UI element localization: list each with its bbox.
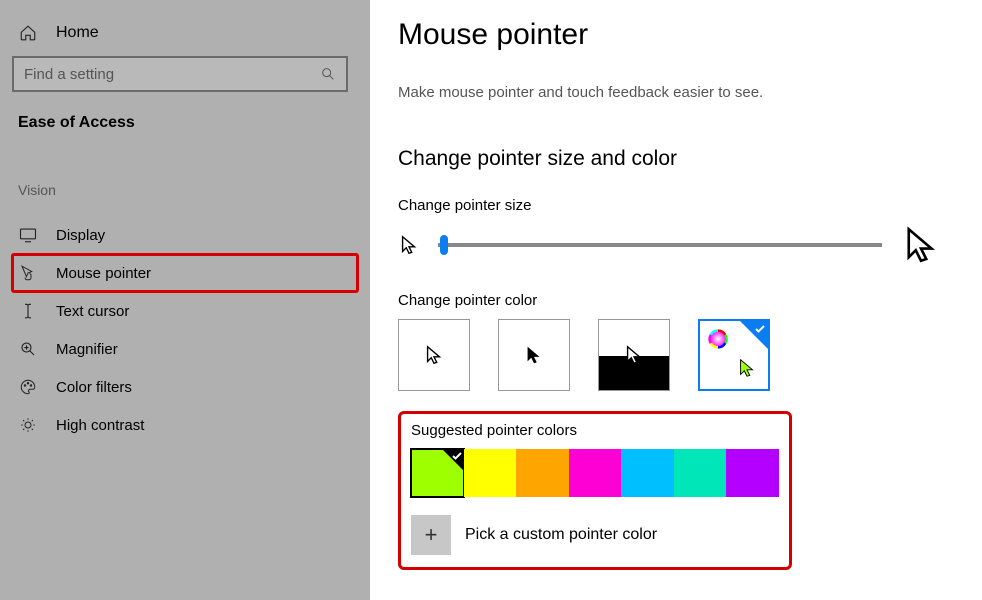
sidebar-item-mouse-pointer[interactable]: Mouse pointer [12,254,358,292]
contrast-icon [18,416,38,434]
sidebar-item-label: High contrast [56,417,144,434]
pointer-color-custom[interactable] [698,319,770,391]
pointer-color-black[interactable] [498,319,570,391]
slider-thumb[interactable] [440,235,448,255]
pointer-color-white[interactable] [398,319,470,391]
color-wheel-icon [708,329,728,349]
pointer-size-label: Change pointer size [398,197,942,214]
search-icon [320,66,336,82]
custom-color-row[interactable]: + Pick a custom pointer color [411,515,779,555]
palette-icon [18,378,38,396]
sidebar-item-label: Magnifier [56,341,118,358]
pointer-size-slider[interactable] [438,243,882,247]
home-label: Home [56,24,99,42]
sidebar-item-label: Mouse pointer [56,265,151,282]
plus-icon[interactable]: + [411,515,451,555]
swatch-lime[interactable] [411,449,464,497]
swatch-yellow[interactable] [464,449,517,497]
cursor-large-icon [900,224,942,266]
cursor-small-icon [398,234,420,256]
magnifier-icon [18,340,38,358]
sidebar-item-display[interactable]: Display [12,216,358,254]
swatch-teal[interactable] [674,449,727,497]
swatch-cyan[interactable] [621,449,674,497]
display-icon [18,226,38,244]
pointer-color-label: Change pointer color [398,292,942,309]
pointer-size-control [398,224,942,266]
custom-color-label: Pick a custom pointer color [465,526,657,544]
selection-check-icon [740,321,768,349]
section-title: Change pointer size and color [398,147,942,171]
pointer-color-inverted[interactable] [598,319,670,391]
suggested-colors-label: Suggested pointer colors [411,422,779,439]
text-cursor-icon [18,302,38,320]
group-label: Vision [18,182,358,198]
sidebar-item-text-cursor[interactable]: Text cursor [12,292,358,330]
sidebar-item-magnifier[interactable]: Magnifier [12,330,358,368]
suggested-swatches [411,449,779,497]
settings-sidebar: Home Ease of Access Vision Display Mouse… [0,0,370,600]
sidebar-item-label: Text cursor [56,303,129,320]
home-icon [18,24,38,42]
swatch-purple[interactable] [726,449,779,497]
swatch-magenta[interactable] [569,449,622,497]
sidebar-item-label: Display [56,227,105,244]
cursor-hand-icon [18,264,38,282]
home-link[interactable]: Home [12,18,358,56]
sidebar-item-label: Color filters [56,379,132,396]
category-title: Ease of Access [18,114,358,132]
page-description: Make mouse pointer and touch feedback ea… [398,84,942,101]
sidebar-item-color-filters[interactable]: Color filters [12,368,358,406]
page-title: Mouse pointer [398,18,942,52]
suggested-colors-panel: Suggested pointer colors + Pick a custom… [398,411,792,570]
main-content: Mouse pointer Make mouse pointer and tou… [370,0,982,600]
search-input[interactable] [24,66,320,83]
pointer-color-options [398,319,942,391]
settings-search[interactable] [12,56,348,92]
swatch-orange[interactable] [516,449,569,497]
sidebar-item-high-contrast[interactable]: High contrast [12,406,358,444]
